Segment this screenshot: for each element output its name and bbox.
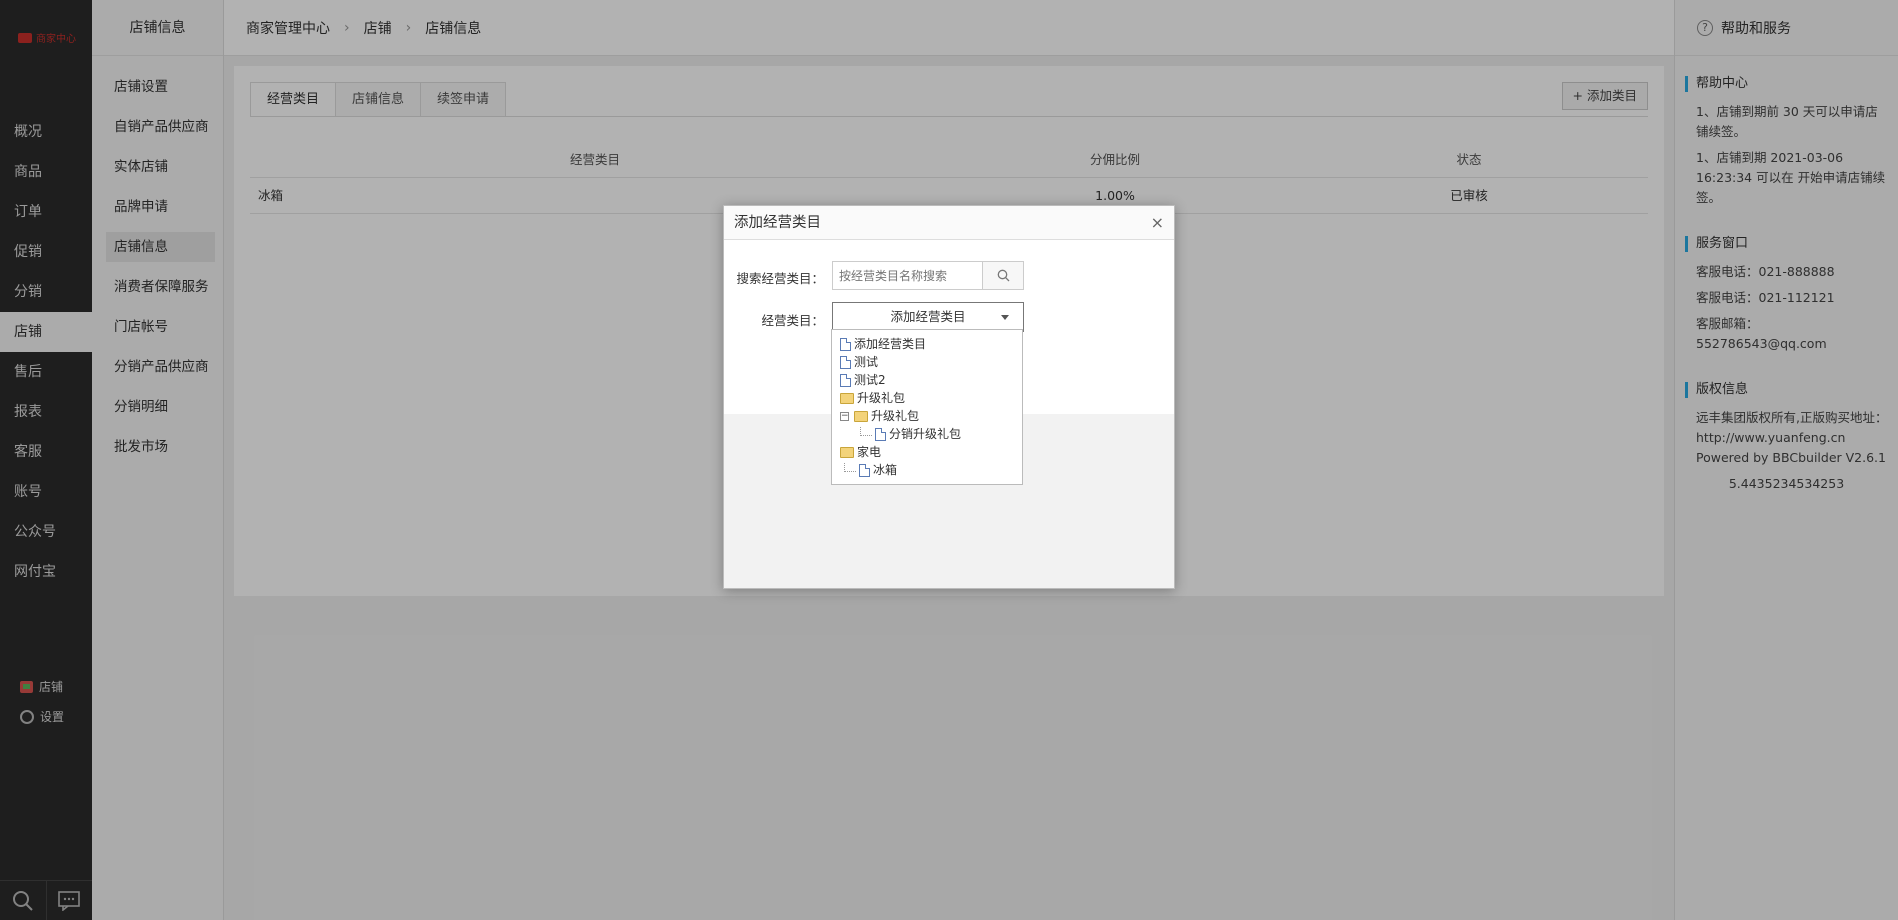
folder-icon [854, 410, 868, 422]
tree-node[interactable]: 家电 [840, 443, 1022, 461]
tree-node[interactable]: 添加经营类目 [840, 335, 1022, 353]
tree-connector [860, 426, 872, 436]
tree-node-label: 测试2 [854, 373, 886, 387]
category-select[interactable]: 添加经营类目 [832, 302, 1024, 332]
tree-node[interactable]: 升级礼包 [840, 389, 1022, 407]
chevron-down-icon [1001, 315, 1009, 320]
category-tree: 添加经营类目 测试 测试2 升级礼包 − 升级礼包 分销升级礼包 家电 冰箱 [831, 329, 1023, 485]
search-category-label: 搜索经营类目： [736, 271, 824, 286]
search-icon [997, 269, 1009, 282]
search-category-button[interactable] [982, 261, 1024, 290]
tree-node[interactable]: 测试2 [840, 371, 1022, 389]
tree-node-label: 冰箱 [873, 463, 898, 477]
tree-node[interactable]: 分销升级礼包 [840, 425, 1022, 443]
tree-node-label: 家电 [857, 445, 882, 459]
tree-node-label: 升级礼包 [857, 391, 906, 405]
dialog-title: 添加经营类目 [734, 215, 821, 231]
folder-icon [840, 446, 854, 458]
tree-node[interactable]: 冰箱 [840, 461, 1022, 479]
tree-node-label: 测试 [854, 355, 879, 369]
collapse-icon[interactable]: − [840, 411, 849, 421]
category-label: 经营类目： [761, 313, 824, 328]
file-icon [875, 427, 886, 441]
folder-icon [840, 392, 854, 404]
file-icon [840, 337, 851, 351]
tree-node[interactable]: 测试 [840, 353, 1022, 371]
tree-node[interactable]: − 升级礼包 [840, 407, 1022, 425]
category-select-value: 添加经营类目 [890, 309, 966, 324]
file-icon [840, 373, 851, 387]
file-icon [840, 355, 851, 369]
close-icon[interactable]: × [1151, 206, 1164, 240]
tree-node-label: 升级礼包 [871, 409, 920, 423]
file-icon [859, 463, 870, 477]
search-category-input[interactable] [832, 261, 982, 290]
tree-node-label: 分销升级礼包 [889, 427, 962, 441]
tree-node-label: 添加经营类目 [854, 337, 927, 351]
tree-connector [844, 462, 856, 472]
